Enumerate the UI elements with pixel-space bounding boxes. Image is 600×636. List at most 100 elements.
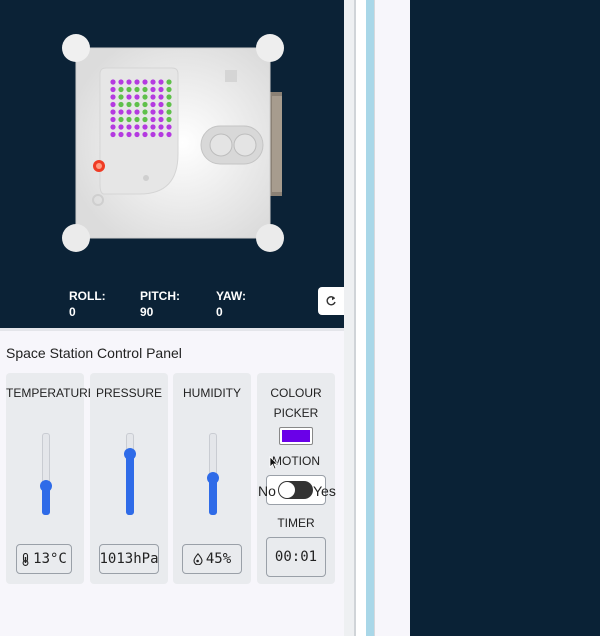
led-pixel [118,116,124,123]
side-pane [374,0,410,636]
led-pixel [126,109,132,115]
yaw-readout: YAW: 0 [216,288,246,320]
pane-gutter [344,0,354,636]
led-pixel [142,109,148,115]
panel-title: Space Station Control Panel [6,345,182,361]
led-pixel [118,79,124,85]
led-pixel [110,109,116,115]
led-pixel [142,131,148,138]
temperature-label: TEMPERATURE [6,386,96,400]
colour-picker-input[interactable] [279,427,313,445]
roll-readout: ROLL: 0 [69,288,106,320]
led-pixel [110,86,116,93]
led-pixel [150,86,156,93]
pressure-label: PRESSURE [95,386,163,400]
humidity-slider[interactable] [207,433,219,515]
led-pixel [118,109,124,115]
led-pixel [134,79,140,85]
led-pixel [158,116,164,123]
led-pixel [158,109,164,115]
led-pixel [166,101,172,108]
led-pixel [166,116,172,123]
timer-value: 00:01 [274,549,318,565]
timer-label: TIMER [277,516,315,530]
led-pixel [110,94,116,100]
led-pixel [126,101,132,108]
humidity-value: 45% [205,551,232,567]
temperature-card: TEMPERATURE 13°C [6,373,96,584]
led-pixel [126,86,132,93]
led-pixel [126,131,132,138]
led-pixel [158,131,164,138]
led-pixel [134,109,140,115]
led-pixel [142,101,148,108]
humidity-label: HUMIDITY [183,386,241,400]
led-pixel [110,116,116,123]
control-panel: Space Station Control Panel TEMPERATURE … [0,328,344,636]
yaw-label: YAW: [216,289,247,303]
led-pixel [118,131,124,138]
led-pixel [110,101,116,108]
thermometer-icon [22,552,29,566]
yaw-value: 0 [216,305,223,319]
led-pixel [166,79,172,85]
led-pixel [134,94,140,100]
led-pixel [158,79,164,85]
led-pixel [126,94,132,100]
motion-no-label: No [258,483,276,499]
led-pixel [142,86,148,93]
temperature-value: 13°C [33,551,67,567]
led-pixel [142,94,148,100]
colour-swatch-fill [282,430,310,442]
led-pixel [150,94,156,100]
humidity-slider-thumb[interactable] [207,472,219,484]
led-pixel [118,101,124,108]
motion-toggle[interactable] [278,481,313,499]
led-pixel [166,124,172,130]
refresh-icon [326,296,336,306]
led-pixel [158,124,164,130]
led-pixel [150,124,156,130]
led-pixel [142,124,148,130]
device-viewer: ROLL: 0 PITCH: 90 YAW: 0 [0,0,344,328]
led-pixel [150,109,156,115]
led-pixel [126,79,132,85]
led-pixel [166,86,172,93]
pressure-slider[interactable] [124,433,136,515]
humidity-card: HUMIDITY 45% [173,373,251,584]
pitch-value: 90 [140,305,154,319]
led-pixel [118,94,124,100]
pitch-readout: PITCH: 90 [140,288,180,320]
scrollbar-track[interactable] [366,0,374,636]
motion-toggle-knob [279,482,295,498]
led-pixel [142,116,148,123]
right-background [410,0,600,636]
temperature-slider[interactable] [40,433,52,515]
led-pixel [150,131,156,138]
droplet-icon [193,553,203,565]
pitch-label: PITCH: [140,289,180,303]
pressure-slider-thumb[interactable] [124,448,136,460]
pressure-card: PRESSURE 1013hPa [90,373,168,584]
led-pixel [134,124,140,130]
led-pixel [166,131,172,138]
led-pixel [134,101,140,108]
sense-hat-device[interactable] [60,34,285,254]
colour-picker-label-line2: PICKER [273,406,319,420]
temperature-slider-thumb[interactable] [40,480,52,492]
temperature-value-box: 13°C [16,544,72,574]
mouse-cursor-icon [269,456,279,470]
led-pixel [158,94,164,100]
pressure-value-box: 1013hPa [99,544,159,574]
led-pixel [150,79,156,85]
misc-card: COLOUR PICKER MOTION No Yes TIMER 00:01 [257,373,336,584]
reset-orientation-button[interactable] [318,287,344,315]
led-pixel [126,124,132,130]
led-pixel [158,101,164,108]
pressure-value: 1013hPa [99,551,159,567]
led-pixel [110,79,116,85]
pane-gutter-white [356,0,366,636]
led-pixel [166,109,172,115]
led-pixel [150,116,156,123]
led-pixel [134,131,140,138]
